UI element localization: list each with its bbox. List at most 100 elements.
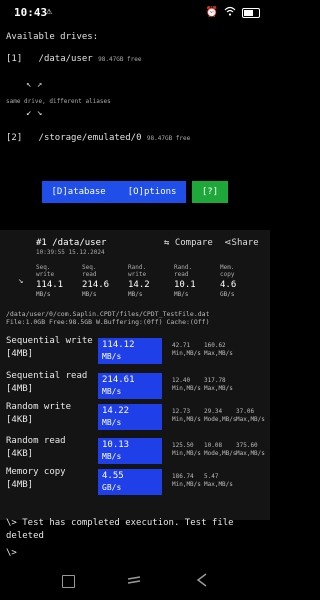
stat-mem-copy: Mem. copy 4.6 GB/s [220,264,256,298]
extra-value: 29.34 [204,408,223,415]
result-timestamp: 10:39:55 15.12.2024 [36,249,105,256]
result-extra-stat: 10.08 Mode,MB/s [204,442,237,458]
stat-rand-write: Rand. write 14.2 MB/s [128,264,164,298]
result-value: 4.55 [102,471,124,481]
test-file-path: /data/user/0/com.Saplin.CPDT/files/CPDT_… [6,310,210,318]
test-file-settings: File:1.0GB Free:98.5GB W.Buffering:(0ff)… [6,318,210,326]
nav-bar [0,562,270,600]
extra-value: 5.47 [204,473,219,480]
stat-label: Rand. read [174,264,193,278]
extra-value: 42.71 [172,342,191,349]
result-extra-stat: 12.40 Min,MB/s [172,377,201,393]
extra-value: 317.78 [204,377,226,384]
result-extra-stat: 5.47 Max,MB/s [204,473,233,489]
result-extra-stat: 375.60 Max,MB/s [236,442,265,458]
options-button[interactable]: [O]ptions [128,187,177,197]
drive-index: [1] [6,54,23,64]
alias-note: same drive, different aliases [6,98,111,105]
extra-value: 12.40 [172,377,191,384]
stat-value: 214.6 [82,280,110,290]
extra-label: Max,MB/s [236,450,265,457]
test-block-size: [4MB] [6,384,34,394]
test-file-info: /data/user/0/com.Saplin.CPDT/files/CPDT_… [6,310,210,326]
test-block-size: [4MB] [6,349,34,359]
result-bar: 114.12 MB/s [98,338,162,364]
test-block-size: [4KB] [6,449,34,459]
result-bar: 4.55 GB/s [98,469,162,495]
collapse-icon[interactable]: ↘ [18,276,23,286]
recents-square-icon[interactable] [62,575,75,588]
arrow-down-icon: ↙ ↘ [26,108,43,118]
home-icon[interactable] [126,572,142,588]
result-extra-stat: 37.06 Max,MB/s [236,408,265,424]
test-row: Random write [4KB] 14.22 MB/s 12.73 Min,MB/s 2… [6,402,265,438]
drive-index: [2] [6,133,23,143]
result-unit: MB/s [102,452,122,461]
result-extra-stat: 12.73 Min,MB/s [172,408,201,424]
status-icons: ⏰ [206,6,260,19]
drive-free: 98.47GB free [98,56,142,63]
stat-unit: MB/s [82,291,97,298]
extra-label: Min,MB/s [172,385,201,392]
extra-value: 37.06 [236,408,255,415]
share-button[interactable]: ⋖Share [224,238,259,248]
extra-label: Max,MB/s [236,416,265,423]
console-message: \> Test has completed execution. Test fi… [6,518,234,541]
result-title: #1 /data/user [36,238,107,248]
help-button[interactable]: [?] [192,181,228,203]
extra-value: 186.74 [172,473,194,480]
result-bar: 214.61 MB/s [98,373,162,399]
console-output: \> Test has completed execution. Test fi… [6,517,264,560]
test-name: Sequential write [6,336,93,346]
drive-item-1[interactable]: [1] /data/user 98.47GB free [6,54,142,64]
test-block-size: [4KB] [6,415,34,425]
test-row: Memory copy [4MB] 4.55 GB/s 186.74 Min,MB/s 5.… [6,467,264,503]
stat-unit: MB/s [36,291,51,298]
result-unit: MB/s [102,387,122,396]
battery-icon [242,7,260,18]
stat-label: Rand. write [128,264,147,278]
result-value: 114.12 [102,340,135,350]
drive-path: /storage/emulated/0 [38,133,142,143]
status-bar: 10:43 ⚠ ⏰ [0,0,270,26]
result-extra-stat: 160.62 Max,MB/s [204,342,233,358]
stat-label: Mem. copy [220,264,235,278]
result-value: 14.22 [102,406,130,416]
database-options-bar: [D]atabase [O]ptions [42,181,186,203]
stat-label: Seq. read [82,264,97,278]
extra-label: Mode,MB/s [204,450,237,457]
extra-value: 12.73 [172,408,191,415]
warning-icon: ⚠ [46,6,53,17]
extra-label: Min,MB/s [172,450,201,457]
result-unit: MB/s [102,352,122,361]
test-name: Random read [6,436,66,446]
drive-free: 98.47GB free [146,135,191,142]
result-value: 214.61 [102,375,135,385]
result-extra-stat: 186.74 Min,MB/s [172,473,201,489]
stat-value: 14.2 [128,280,150,290]
result-unit: GB/s [102,483,122,492]
stat-value: 114.1 [36,280,64,290]
database-button[interactable]: [D]atabase [52,187,106,197]
stat-value: 4.6 [220,280,237,290]
stat-unit: MB/s [174,291,189,298]
status-time: 10:43 [14,6,48,19]
console-prompt[interactable]: \> [6,547,264,560]
result-value: 10.13 [102,440,130,450]
back-icon[interactable] [194,572,210,588]
stat-rand-read: Rand. read 10.1 MB/s [174,264,210,298]
drive-item-2[interactable]: [2] /storage/emulated/0 98.47GB free [6,133,190,143]
result-bar: 10.13 MB/s [98,438,162,464]
result-extra-stat: 125.50 Min,MB/s [172,442,201,458]
extra-label: Min,MB/s [172,416,201,423]
test-row: Sequential write [4MB] 114.12 MB/s 42.71 Min,… [6,336,264,372]
compare-button[interactable]: ⇆ Compare [164,238,213,248]
stat-seq-write: Seq. write 114.1 MB/s [36,264,72,298]
stat-unit: GB/s [220,291,235,298]
extra-value: 375.60 [236,442,258,449]
result-extra-stat: 29.34 Mode,MB/s [204,408,237,424]
extra-label: Min,MB/s [172,350,201,357]
stat-value: 10.1 [174,280,196,290]
result-unit: MB/s [102,418,122,427]
drive-path: /data/user [38,54,93,64]
